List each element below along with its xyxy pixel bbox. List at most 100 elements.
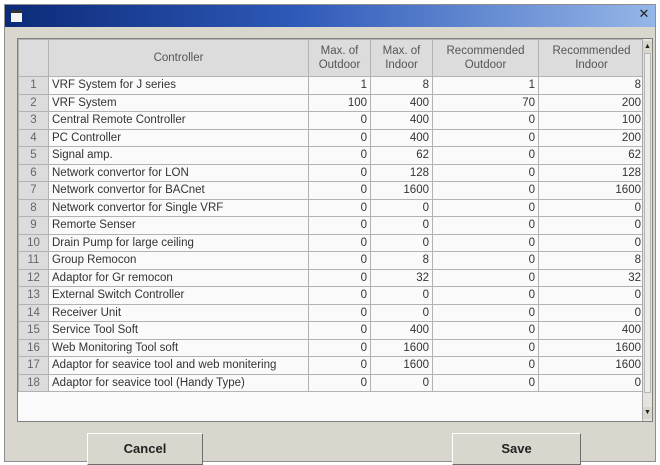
recommended-outdoor-cell[interactable]: 0 bbox=[432, 373, 539, 392]
recommended-indoor-cell[interactable]: 100 bbox=[538, 111, 645, 130]
table-row[interactable]: 11 Group Remocon 0 8 0 8 bbox=[18, 251, 645, 270]
max-indoor-cell[interactable]: 400 bbox=[370, 111, 433, 130]
controller-name-cell[interactable]: VRF System bbox=[48, 93, 309, 112]
max-outdoor-cell[interactable]: 0 bbox=[308, 373, 371, 392]
max-indoor-cell[interactable]: 0 bbox=[370, 286, 433, 305]
max-outdoor-cell[interactable]: 0 bbox=[308, 251, 371, 270]
recommended-outdoor-cell[interactable]: 0 bbox=[432, 251, 539, 270]
max-outdoor-cell[interactable]: 100 bbox=[308, 93, 371, 112]
recommended-indoor-cell[interactable]: 128 bbox=[538, 163, 645, 182]
scrollbar-thumb[interactable] bbox=[644, 53, 651, 393]
recommended-indoor-cell[interactable]: 1600 bbox=[538, 181, 645, 200]
table-row[interactable]: 17 Adaptor for seavice tool and web monit… bbox=[18, 356, 645, 375]
controller-name-cell[interactable]: Adaptor for Gr remocon bbox=[48, 268, 309, 287]
recommended-indoor-cell[interactable]: 62 bbox=[538, 146, 645, 165]
controller-name-cell[interactable]: Drain Pump for large ceiling bbox=[48, 233, 309, 252]
column-header-max-indoor[interactable]: Max. of Indoor bbox=[370, 39, 433, 77]
recommended-outdoor-cell[interactable]: 0 bbox=[432, 338, 539, 357]
recommended-outdoor-cell[interactable]: 0 bbox=[432, 303, 539, 322]
recommended-indoor-cell[interactable]: 8 bbox=[538, 251, 645, 270]
column-header-max-outdoor[interactable]: Max. of Outdoor bbox=[308, 39, 371, 77]
controller-name-cell[interactable]: Network convertor for Single VRF bbox=[48, 198, 309, 217]
recommended-outdoor-cell[interactable]: 0 bbox=[432, 128, 539, 147]
recommended-outdoor-cell[interactable]: 0 bbox=[432, 356, 539, 375]
max-outdoor-cell[interactable]: 0 bbox=[308, 233, 371, 252]
table-row[interactable]: 2 VRF System 100 400 70 200 bbox=[18, 93, 645, 112]
max-indoor-cell[interactable]: 1600 bbox=[370, 338, 433, 357]
recommended-indoor-cell[interactable]: 32 bbox=[538, 268, 645, 287]
max-outdoor-cell[interactable]: 0 bbox=[308, 198, 371, 217]
max-indoor-cell[interactable]: 0 bbox=[370, 373, 433, 392]
recommended-outdoor-cell[interactable]: 0 bbox=[432, 163, 539, 182]
recommended-indoor-cell[interactable]: 0 bbox=[538, 233, 645, 252]
table-row[interactable]: 15 Service Tool Soft 0 400 0 400 bbox=[18, 321, 645, 340]
max-indoor-cell[interactable]: 8 bbox=[370, 251, 433, 270]
max-outdoor-cell[interactable]: 0 bbox=[308, 146, 371, 165]
table-row[interactable]: 6 Network convertor for LON 0 128 0 128 bbox=[18, 163, 645, 182]
recommended-indoor-cell[interactable]: 0 bbox=[538, 198, 645, 217]
recommended-outdoor-cell[interactable]: 0 bbox=[432, 198, 539, 217]
scroll-down-arrow-icon[interactable]: ▼ bbox=[643, 407, 652, 419]
recommended-indoor-cell[interactable]: 200 bbox=[538, 93, 645, 112]
max-outdoor-cell[interactable]: 0 bbox=[308, 128, 371, 147]
max-outdoor-cell[interactable]: 1 bbox=[308, 76, 371, 95]
max-outdoor-cell[interactable]: 0 bbox=[308, 216, 371, 235]
max-indoor-cell[interactable]: 8 bbox=[370, 76, 433, 95]
vertical-scrollbar[interactable]: ▲ ▼ bbox=[642, 39, 652, 421]
max-indoor-cell[interactable]: 62 bbox=[370, 146, 433, 165]
max-indoor-cell[interactable]: 1600 bbox=[370, 181, 433, 200]
recommended-indoor-cell[interactable]: 1600 bbox=[538, 356, 645, 375]
table-row[interactable]: 18 Adaptor for seavice tool (Handy Type) 0… bbox=[18, 373, 645, 392]
recommended-indoor-cell[interactable]: 0 bbox=[538, 303, 645, 322]
column-header-recommended-outdoor[interactable]: Recommended Outdoor bbox=[432, 39, 539, 77]
table-row[interactable]: 3 Central Remote Controller 0 400 0 100 bbox=[18, 111, 645, 130]
max-indoor-cell[interactable]: 0 bbox=[370, 198, 433, 217]
table-row[interactable]: 5 Signal amp. 0 62 0 62 bbox=[18, 146, 645, 165]
controller-name-cell[interactable]: Network convertor for LON bbox=[48, 163, 309, 182]
recommended-outdoor-cell[interactable]: 0 bbox=[432, 111, 539, 130]
table-row[interactable]: 16 Web Monitoring Tool soft 0 1600 0 1600 bbox=[18, 338, 645, 357]
controller-name-cell[interactable]: Network convertor for BACnet bbox=[48, 181, 309, 200]
table-row[interactable]: 8 Network convertor for Single VRF 0 0 0 0 bbox=[18, 198, 645, 217]
recommended-indoor-cell[interactable]: 8 bbox=[538, 76, 645, 95]
max-outdoor-cell[interactable]: 0 bbox=[308, 321, 371, 340]
table-row[interactable]: 13 External Switch Controller 0 0 0 0 bbox=[18, 286, 645, 305]
controller-name-cell[interactable]: VRF System for J series bbox=[48, 76, 309, 95]
controller-name-cell[interactable]: Group Remocon bbox=[48, 251, 309, 270]
recommended-outdoor-cell[interactable]: 0 bbox=[432, 216, 539, 235]
recommended-indoor-cell[interactable]: 400 bbox=[538, 321, 645, 340]
column-header-recommended-indoor[interactable]: Recommended Indoor bbox=[538, 39, 645, 77]
max-outdoor-cell[interactable]: 0 bbox=[308, 163, 371, 182]
controller-name-cell[interactable]: Central Remote Controller bbox=[48, 111, 309, 130]
table-row[interactable]: 14 Receiver Unit 0 0 0 0 bbox=[18, 303, 645, 322]
max-outdoor-cell[interactable]: 0 bbox=[308, 111, 371, 130]
max-outdoor-cell[interactable]: 0 bbox=[308, 181, 371, 200]
max-outdoor-cell[interactable]: 0 bbox=[308, 303, 371, 322]
max-indoor-cell[interactable]: 400 bbox=[370, 128, 433, 147]
max-indoor-cell[interactable]: 0 bbox=[370, 233, 433, 252]
controller-name-cell[interactable]: PC Controller bbox=[48, 128, 309, 147]
controller-name-cell[interactable]: Service Tool Soft bbox=[48, 321, 309, 340]
controller-name-cell[interactable]: Receiver Unit bbox=[48, 303, 309, 322]
controller-name-cell[interactable]: External Switch Controller bbox=[48, 286, 309, 305]
max-outdoor-cell[interactable]: 0 bbox=[308, 356, 371, 375]
recommended-indoor-cell[interactable]: 0 bbox=[538, 373, 645, 392]
column-header-controller[interactable]: Controller bbox=[48, 39, 309, 77]
controller-name-cell[interactable]: Remorte Senser bbox=[48, 216, 309, 235]
max-indoor-cell[interactable]: 400 bbox=[370, 321, 433, 340]
save-button[interactable]: Save bbox=[452, 433, 581, 465]
scroll-up-arrow-icon[interactable]: ▲ bbox=[643, 41, 652, 53]
table-row[interactable]: 7 Network convertor for BACnet 0 1600 0 1600 bbox=[18, 181, 645, 200]
recommended-outdoor-cell[interactable]: 70 bbox=[432, 93, 539, 112]
recommended-outdoor-cell[interactable]: 0 bbox=[432, 233, 539, 252]
table-row[interactable]: 9 Remorte Senser 0 0 0 0 bbox=[18, 216, 645, 235]
max-outdoor-cell[interactable]: 0 bbox=[308, 286, 371, 305]
max-indoor-cell[interactable]: 0 bbox=[370, 216, 433, 235]
recommended-outdoor-cell[interactable]: 0 bbox=[432, 181, 539, 200]
recommended-indoor-cell[interactable]: 0 bbox=[538, 286, 645, 305]
max-indoor-cell[interactable]: 32 bbox=[370, 268, 433, 287]
max-outdoor-cell[interactable]: 0 bbox=[308, 268, 371, 287]
max-indoor-cell[interactable]: 128 bbox=[370, 163, 433, 182]
recommended-outdoor-cell[interactable]: 0 bbox=[432, 268, 539, 287]
cancel-button[interactable]: Cancel bbox=[87, 433, 203, 465]
